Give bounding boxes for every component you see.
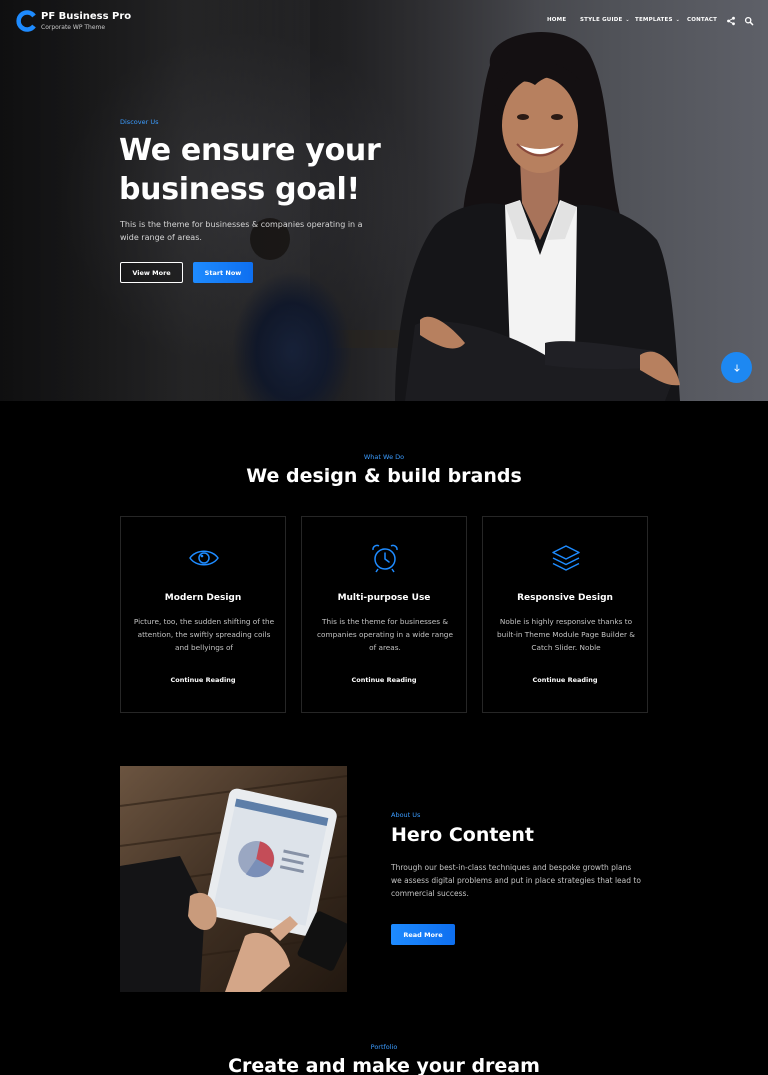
alarm-clock-icon bbox=[372, 544, 398, 573]
service-card-text: Picture, too, the sudden shifting of the… bbox=[133, 617, 275, 652]
hero-kicker: Discover Us bbox=[120, 118, 159, 126]
top-navigation: PF Business Pro Corporate WP Theme HOME … bbox=[0, 0, 768, 45]
eye-icon bbox=[189, 550, 219, 566]
hero-title: We ensure your business goal! bbox=[119, 133, 381, 207]
service-card: Modern Design Picture, too, the sudden s… bbox=[120, 516, 286, 713]
service-card-title: Multi-purpose Use bbox=[337, 593, 431, 603]
service-card-text: Noble is highly responsive thanks to bui… bbox=[497, 617, 635, 652]
site-tagline: Corporate WP Theme bbox=[41, 24, 106, 31]
services-kicker: What We Do bbox=[363, 453, 405, 461]
about-tablet-image bbox=[120, 766, 347, 992]
arrow-down-icon bbox=[733, 364, 740, 372]
nav-item-contact[interactable]: CONTACT bbox=[687, 17, 717, 23]
share-icon[interactable] bbox=[726, 16, 736, 26]
logo-icon[interactable] bbox=[16, 10, 38, 32]
view-more-button[interactable]: View More bbox=[120, 262, 183, 283]
chevron-down-icon: ⌄ bbox=[675, 17, 681, 23]
scroll-down-button[interactable] bbox=[721, 352, 752, 383]
nav-item-label: TEMPLATES bbox=[635, 17, 673, 23]
hero-woman-image bbox=[395, 31, 680, 401]
site-title[interactable]: PF Business Pro bbox=[41, 11, 131, 22]
tablet-photo bbox=[120, 766, 347, 992]
service-card: Multi-purpose Use This is the theme for … bbox=[301, 516, 467, 713]
services-title: We design & build brands bbox=[246, 465, 522, 487]
about-text: Through our best-in-class techniques and… bbox=[391, 863, 641, 898]
portfolio-kicker: Portfolio bbox=[370, 1043, 398, 1051]
service-card-text: This is the theme for businesses & compa… bbox=[317, 617, 453, 652]
search-icon[interactable] bbox=[744, 16, 754, 26]
service-card: Responsive Design Noble is highly respon… bbox=[482, 516, 648, 713]
start-now-button[interactable]: Start Now bbox=[193, 262, 253, 283]
continue-reading-link[interactable]: Continue Reading bbox=[483, 676, 647, 684]
about-kicker: About Us bbox=[391, 811, 421, 819]
read-more-button[interactable]: Read More bbox=[391, 924, 455, 945]
nav-item-label: STYLE GUIDE bbox=[580, 17, 623, 23]
nav-item-label: CONTACT bbox=[687, 17, 718, 23]
nav-item-style-guide[interactable]: STYLE GUIDE ⌄ bbox=[580, 17, 630, 23]
portfolio-title: Create and make your dream bbox=[228, 1055, 540, 1075]
continue-reading-link[interactable]: Continue Reading bbox=[302, 676, 466, 684]
continue-reading-link[interactable]: Continue Reading bbox=[121, 676, 285, 684]
nav-item-label: HOME bbox=[547, 17, 567, 23]
service-card-title: Responsive Design bbox=[517, 593, 613, 603]
hero-section: PF Business Pro Corporate WP Theme HOME … bbox=[0, 0, 768, 401]
nav-item-templates[interactable]: TEMPLATES ⌄ bbox=[635, 17, 680, 23]
layers-icon bbox=[552, 545, 580, 571]
hero-description: This is the theme for businesses & compa… bbox=[120, 220, 363, 242]
service-card-title: Modern Design bbox=[164, 593, 242, 603]
about-title: Hero Content bbox=[391, 824, 534, 846]
chevron-down-icon: ⌄ bbox=[625, 17, 630, 23]
nav-item-home[interactable]: HOME bbox=[547, 17, 566, 23]
